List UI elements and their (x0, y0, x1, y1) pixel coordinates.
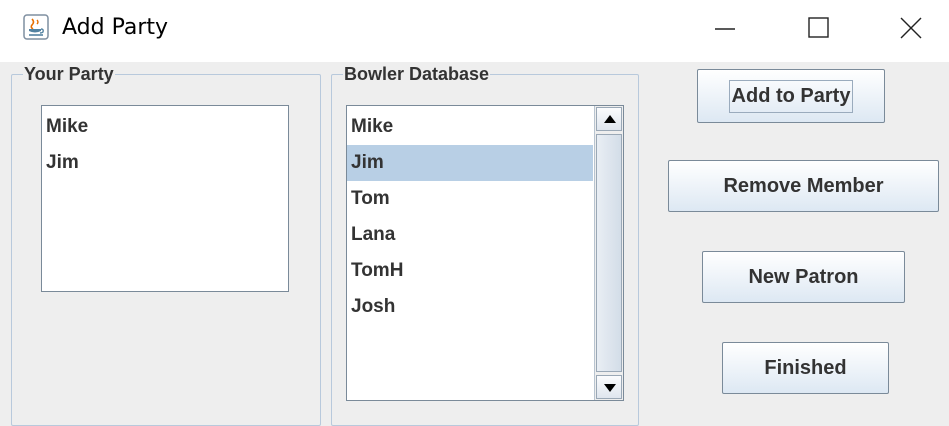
bowler-item[interactable]: Tom (347, 181, 593, 217)
window-title: Add Party (62, 15, 169, 40)
bowler-database-label: Bowler Database (343, 64, 491, 84)
vertical-scrollbar[interactable] (594, 106, 623, 400)
add-to-party-button[interactable]: Add to Party (697, 69, 885, 123)
scroll-up-button[interactable] (596, 107, 622, 131)
minimize-icon[interactable] (707, 10, 743, 46)
remove-member-button[interactable]: Remove Member (668, 160, 939, 212)
close-icon[interactable] (893, 10, 929, 46)
scroll-thumb[interactable] (596, 134, 622, 372)
new-patron-label: New Patron (748, 265, 859, 288)
add-to-party-label: Add to Party (728, 79, 854, 113)
scroll-down-button[interactable] (596, 375, 622, 399)
remove-member-label: Remove Member (723, 174, 884, 197)
bowler-item-selected[interactable]: Jim (347, 145, 593, 181)
new-patron-button[interactable]: New Patron (702, 251, 905, 303)
your-party-list[interactable]: Mike Jim (41, 105, 289, 292)
arrow-up-icon (604, 115, 616, 123)
arrow-down-icon (604, 384, 616, 392)
bowler-item[interactable]: Mike (347, 109, 593, 145)
bowler-item[interactable]: Lana (347, 217, 593, 253)
bowler-database-list[interactable]: Mike Jim Tom Lana TomH Josh (346, 105, 624, 401)
party-member-item[interactable]: Mike (42, 109, 288, 145)
bowler-item[interactable]: Josh (347, 289, 593, 325)
java-coffee-cup-icon (23, 14, 49, 40)
your-party-label: Your Party (23, 64, 115, 84)
title-bar: Add Party (0, 0, 949, 62)
finished-label: Finished (764, 356, 847, 379)
bowler-item[interactable]: TomH (347, 253, 593, 289)
maximize-icon[interactable] (800, 10, 836, 46)
finished-button[interactable]: Finished (722, 342, 889, 394)
party-member-item[interactable]: Jim (42, 145, 288, 181)
